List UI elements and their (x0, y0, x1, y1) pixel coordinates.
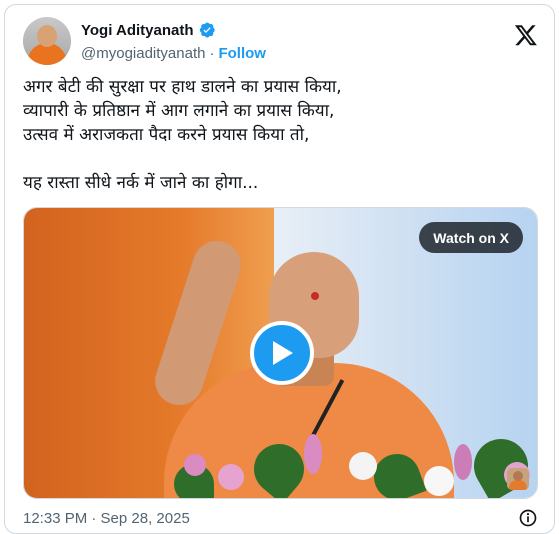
separator-dot: · (209, 44, 215, 62)
tweet-card: Yogi Adityanath @myogiadityanath · Follo… (4, 4, 555, 534)
tweet-text: अगर बेटी की सुरक्षा पर हाथ डालने का प्रय… (23, 77, 342, 193)
flower-arrangement (154, 429, 537, 498)
play-button[interactable] (250, 321, 314, 385)
follow-button[interactable]: Follow (218, 45, 266, 62)
author-handle[interactable]: @myogiadityanath (81, 45, 205, 62)
tweet-header: Yogi Adityanath @myogiadityanath · Follo… (23, 17, 538, 69)
author-mini-avatar (507, 468, 529, 490)
author-name-row: Yogi Adityanath (81, 19, 216, 41)
verified-badge-icon (199, 22, 215, 38)
tweet-footer: 12:33 PM · Sep 28, 2025 (23, 507, 538, 529)
author-name[interactable]: Yogi Adityanath (81, 22, 194, 39)
avatar[interactable] (23, 17, 71, 65)
author-handle-row: @myogiadityanath · Follow (81, 43, 266, 63)
watch-on-x-button[interactable]: Watch on X (419, 222, 523, 253)
speaker-tilak (311, 292, 319, 300)
x-logo-icon[interactable] (514, 23, 538, 47)
timestamp[interactable]: 12:33 PM · Sep 28, 2025 (23, 510, 190, 527)
video-player[interactable]: Watch on X (23, 207, 538, 499)
info-icon[interactable] (518, 508, 538, 528)
play-icon (273, 341, 293, 365)
